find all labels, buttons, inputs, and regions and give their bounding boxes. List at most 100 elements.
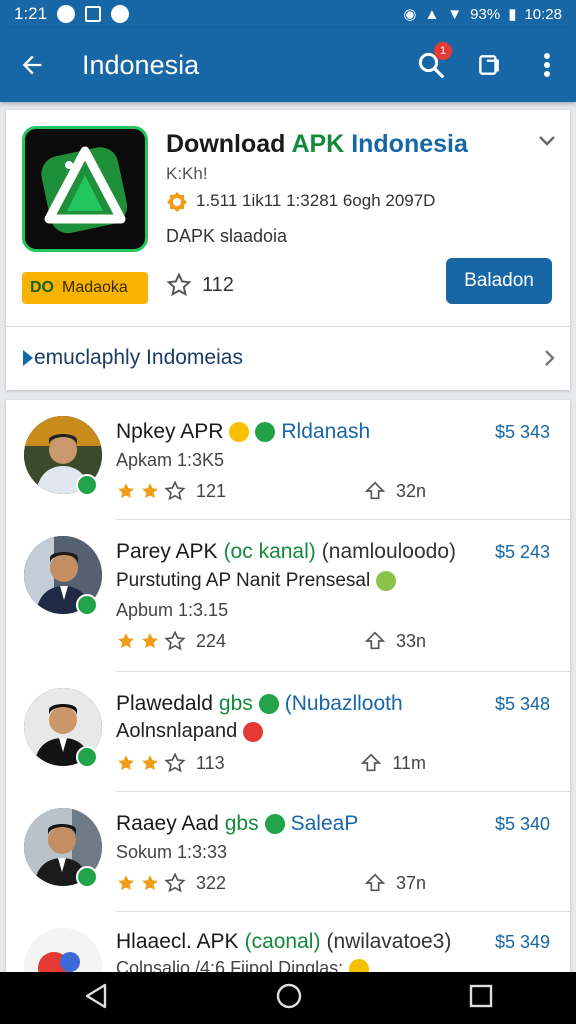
star-rating: 113	[116, 752, 225, 774]
arrow-left-icon	[22, 55, 42, 75]
item-name: Hlaaecl. APK	[116, 930, 239, 953]
item-highlight: (oc kanal)	[223, 540, 316, 563]
item-price: $5 243	[494, 542, 550, 562]
item-title: Parey APK (oc kanal) (namlouloodo)	[116, 540, 456, 564]
app-icon	[22, 126, 148, 252]
battery-icon: ▮	[508, 6, 517, 23]
item-name: Raaey Aad	[116, 812, 219, 835]
award-icon	[167, 192, 187, 212]
star-filled-icon	[142, 483, 158, 499]
system-nav-bar	[0, 972, 576, 1024]
downloads-count: 32n	[395, 480, 426, 501]
expand-button[interactable]	[538, 134, 556, 152]
arrow-up-icon	[361, 753, 382, 772]
item-name: Plawedald	[116, 692, 213, 715]
item-stats: 113 11m	[116, 752, 426, 774]
verified-icon	[76, 594, 98, 616]
more-options-button[interactable]	[518, 28, 576, 102]
item-version: Apbum 1:3.15	[116, 600, 229, 620]
item-highlight: gbs	[218, 692, 253, 715]
battery-level: 93%	[470, 5, 501, 23]
featured-app-card[interactable]: Download APK Indonesia K:Kh! 1.511 1ik11…	[6, 110, 570, 390]
featured-meta-text: 1.511 1ik11 1:3281 6ogh 2097D	[196, 191, 436, 210]
nav-recents-icon	[469, 984, 493, 1007]
item-rating: 322	[196, 872, 227, 893]
verified-icon	[76, 474, 98, 496]
check-icon	[264, 814, 285, 834]
chevron-right-icon	[545, 350, 555, 366]
featured-meta: 1.511 1ik11 1:3281 6ogh 2097D	[166, 190, 435, 212]
featured-title: Download APK Indonesia	[166, 130, 468, 159]
share-button[interactable]	[460, 28, 518, 102]
back-button[interactable]	[0, 28, 64, 102]
item-subtitle: Purstuting AP Nanit Prensesal	[116, 570, 397, 592]
nav-back-button[interactable]	[83, 982, 109, 1015]
signal-icon: ▲	[424, 5, 440, 23]
item-subtitle: Aolnsnlapand	[116, 720, 264, 743]
list-item[interactable]: Plawedald gbs (Nubazllooth $5 348 Aolnsn…	[6, 672, 570, 792]
list-item[interactable]: Hlaaecl. APK (caonal) (nwilavatoe3) $5 3…	[6, 912, 570, 980]
item-price: $5 348	[494, 694, 550, 714]
search-button[interactable]: 1	[402, 28, 460, 102]
app-list: Npkey APR Rldanash $5 343 Apkam 1:3K5 12…	[6, 400, 570, 980]
tag-label: Madaoka	[62, 279, 128, 296]
item-downloads: 37n	[364, 872, 426, 894]
app-bar: Indonesia 1	[0, 28, 576, 102]
star-filled-icon	[118, 875, 134, 891]
check-icon	[258, 694, 279, 714]
category-tag[interactable]: DO Madaoka	[22, 272, 148, 304]
nav-recents-button[interactable]	[469, 984, 493, 1013]
install-button[interactable]: Baladon	[446, 258, 552, 304]
star-outline-icon	[164, 480, 186, 501]
title-part-3: Indonesia	[351, 130, 468, 158]
star-outline-icon	[164, 630, 186, 651]
featured-subtitle: K:Kh!	[166, 164, 208, 183]
item-title: Raaey Aad gbs SaleaP	[116, 812, 358, 836]
featured-rating: 112	[166, 272, 234, 298]
star-filled-icon	[118, 755, 134, 771]
chevron-down-icon	[539, 136, 555, 146]
list-item[interactable]: Raaey Aad gbs SaleaP $5 340 Sokum 1:3:33…	[6, 792, 570, 912]
star-rating: 224	[116, 630, 226, 652]
share-icon	[479, 55, 499, 75]
item-subtitle-text: Purstuting AP Nanit Prensesal	[116, 570, 371, 591]
star-filled-icon	[142, 875, 158, 891]
star-outline-icon	[164, 752, 186, 773]
item-downloads: 33n	[364, 630, 426, 652]
item-rating: 121	[196, 480, 227, 501]
item-highlight: gbs	[224, 812, 259, 835]
star-rating: 121	[116, 480, 226, 502]
tag-prefix: DO	[30, 279, 54, 296]
more-link[interactable]: emuclaphly Indomeias	[22, 338, 556, 378]
item-title: Plawedald gbs (Nubazllooth	[116, 692, 403, 716]
verified-icon	[76, 866, 98, 888]
star-filled-icon	[142, 633, 158, 649]
item-rating: 113	[196, 752, 225, 773]
emoji-icon	[243, 721, 264, 742]
title-part-1: Download	[166, 130, 292, 158]
item-tail: (namlouloodo)	[321, 540, 457, 563]
star-rating: 322	[116, 872, 226, 894]
downloads-count: 11m	[392, 752, 426, 773]
item-downloads: 32n	[364, 480, 426, 502]
item-title: Hlaaecl. APK (caonal) (nwilavatoe3)	[116, 930, 451, 954]
item-stats: 121 32n	[116, 480, 426, 502]
item-subtitle: Sokum 1:3:33	[116, 842, 228, 862]
status-time-left: 1:21	[14, 4, 48, 23]
star-filled-icon	[118, 483, 134, 499]
list-item[interactable]: Npkey APR Rldanash $5 343 Apkam 1:3K5 12…	[6, 400, 570, 520]
title-part-2: APK	[291, 130, 352, 158]
list-item[interactable]: Parey APK (oc kanal) (namlouloodo) $5 24…	[6, 520, 570, 672]
rating-value: 112	[202, 273, 234, 296]
item-price: $5 349	[494, 932, 550, 952]
arrow-up-icon	[364, 873, 386, 892]
page-title: Indonesia	[82, 49, 200, 80]
nav-home-button[interactable]	[275, 982, 303, 1015]
item-highlight: Rldanash	[281, 420, 371, 443]
item-price: $5 340	[494, 814, 550, 834]
item-name: Npkey APR	[116, 420, 224, 443]
nav-back-icon	[85, 983, 107, 1008]
star-filled-icon	[118, 633, 134, 649]
item-tail: SaleaP	[290, 812, 359, 835]
play-icon	[23, 350, 33, 366]
